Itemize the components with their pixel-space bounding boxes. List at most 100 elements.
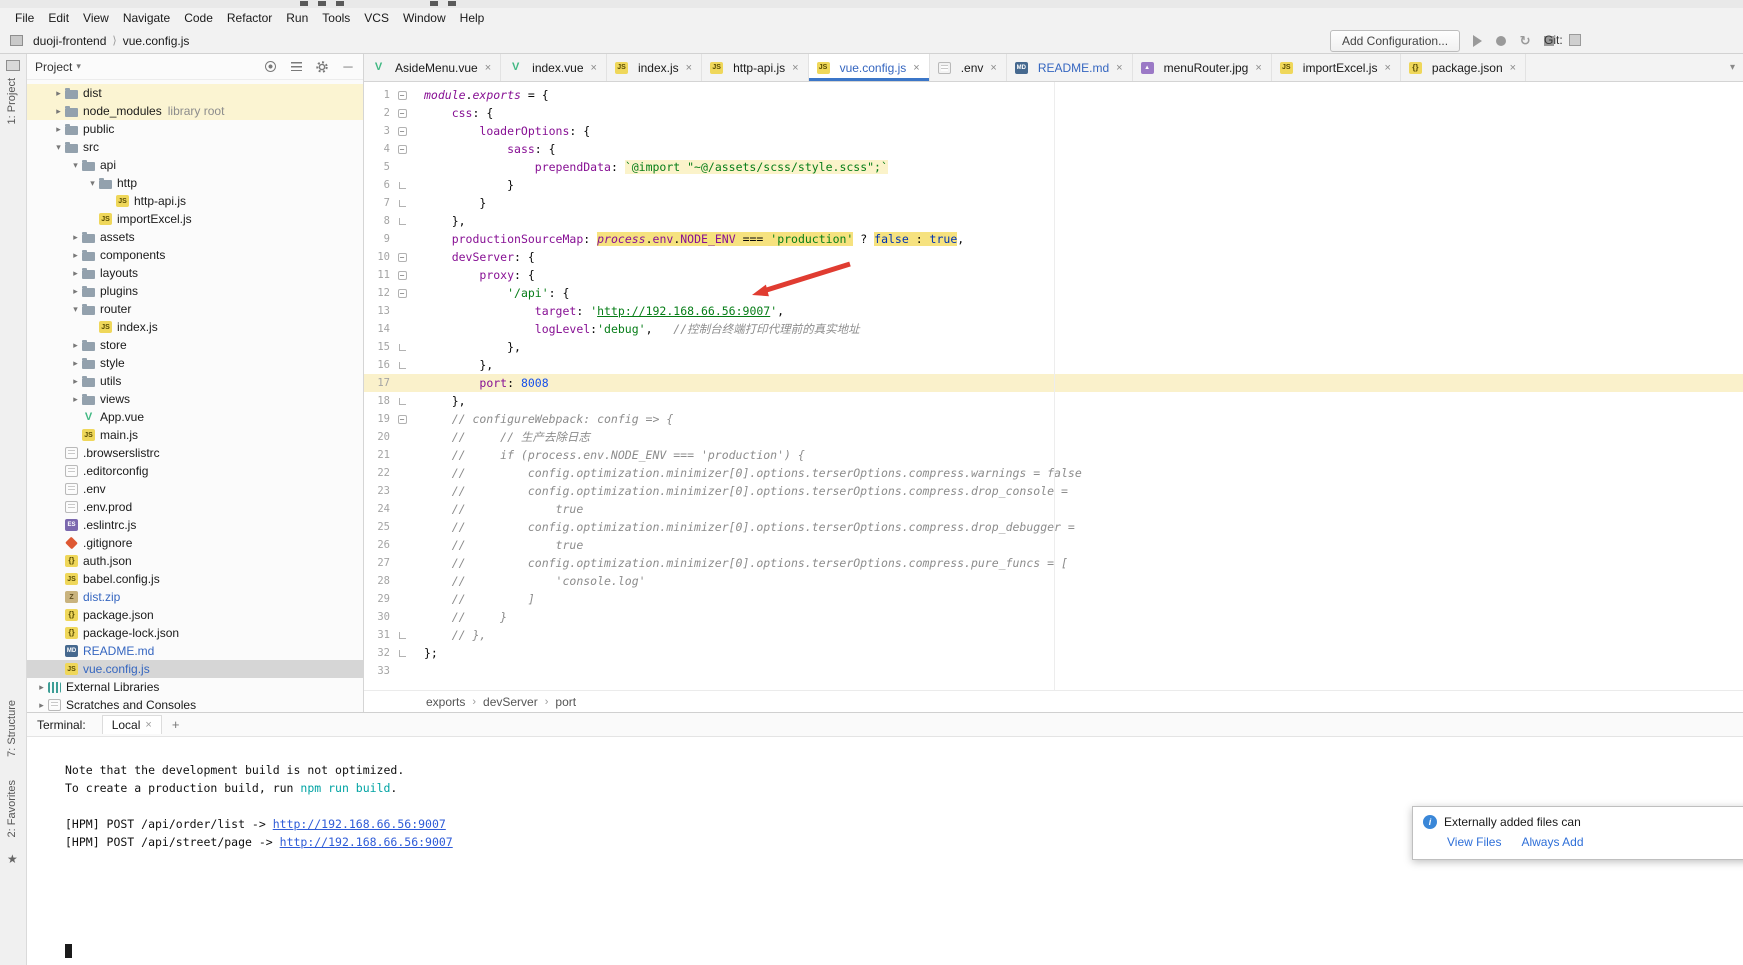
- fold-marker[interactable]: [394, 632, 410, 639]
- tree-item[interactable]: {}auth.json: [27, 552, 363, 570]
- tree-item[interactable]: ▸dist: [27, 84, 363, 102]
- tree-item[interactable]: JSindex.js: [27, 318, 363, 336]
- fold-collapse-icon[interactable]: −: [398, 415, 407, 424]
- git-update-icon[interactable]: [1569, 34, 1581, 46]
- close-icon[interactable]: ×: [1510, 62, 1516, 74]
- fold-collapse-icon[interactable]: −: [398, 109, 407, 118]
- fold-marker[interactable]: [394, 650, 410, 657]
- tree-item[interactable]: ▾http: [27, 174, 363, 192]
- tree-item[interactable]: {}package.json: [27, 606, 363, 624]
- chevron-right-icon[interactable]: ▸: [35, 682, 48, 693]
- menu-item-file[interactable]: File: [8, 9, 41, 27]
- fold-marker[interactable]: −: [394, 253, 410, 262]
- editor-tab[interactable]: Vindex.vue×: [501, 54, 607, 81]
- fold-marker[interactable]: −: [394, 415, 410, 424]
- breadcrumb-file[interactable]: vue.config.js: [121, 34, 192, 48]
- chevron-right-icon[interactable]: ▸: [52, 124, 65, 135]
- tool-window-icon[interactable]: [6, 60, 20, 71]
- fold-collapse-icon[interactable]: −: [398, 253, 407, 262]
- tree-item[interactable]: ▸node_moduleslibrary root: [27, 102, 363, 120]
- menu-item-window[interactable]: Window: [396, 9, 453, 27]
- chevron-right-icon[interactable]: ▸: [69, 232, 82, 243]
- fold-collapse-icon[interactable]: −: [398, 289, 407, 298]
- close-icon[interactable]: ×: [1116, 62, 1122, 74]
- tree-item[interactable]: JSmain.js: [27, 426, 363, 444]
- terminal-link[interactable]: http://192.168.66.56:9007: [280, 835, 453, 849]
- tree-item[interactable]: ▾router: [27, 300, 363, 318]
- tree-item[interactable]: JSvue.config.js: [27, 660, 363, 678]
- close-icon[interactable]: ×: [792, 62, 798, 74]
- editor-breadcrumb-item[interactable]: exports: [426, 695, 465, 709]
- fold-marker[interactable]: [394, 182, 410, 189]
- menu-item-edit[interactable]: Edit: [41, 9, 76, 27]
- editor-tab[interactable]: ▲menuRouter.jpg×: [1133, 54, 1272, 81]
- fold-marker[interactable]: −: [394, 271, 410, 280]
- tool-button-project[interactable]: 1: Project: [6, 78, 18, 124]
- fold-marker[interactable]: −: [394, 145, 410, 154]
- project-view-selector[interactable]: Project ▾: [35, 60, 81, 74]
- add-configuration-button[interactable]: Add Configuration...: [1330, 30, 1460, 52]
- editor-tab[interactable]: JSvue.config.js×: [809, 54, 930, 81]
- editor-breadcrumb-item[interactable]: port: [555, 695, 576, 709]
- tree-item[interactable]: ▸style: [27, 354, 363, 372]
- chevron-right-icon[interactable]: ▸: [35, 700, 48, 711]
- chevron-right-icon[interactable]: ▸: [52, 106, 65, 117]
- editor-tab[interactable]: MDREADME.md×: [1007, 54, 1133, 81]
- fold-marker[interactable]: [394, 200, 410, 207]
- fold-marker[interactable]: −: [394, 91, 410, 100]
- notification-action-link[interactable]: Always Add: [1521, 835, 1583, 849]
- tree-item[interactable]: ▸components: [27, 246, 363, 264]
- chevron-right-icon[interactable]: ▸: [69, 340, 82, 351]
- tool-button-favorites[interactable]: 2: Favorites: [6, 780, 18, 837]
- menu-item-vcs[interactable]: VCS: [357, 9, 396, 27]
- chevron-right-icon[interactable]: ▸: [52, 88, 65, 99]
- editor-tab[interactable]: .env×: [930, 54, 1007, 81]
- tool-button-structure[interactable]: 7: Structure: [6, 700, 18, 757]
- code-editor[interactable]: 1−module.exports = {2− css: {3− loaderOp…: [364, 82, 1743, 690]
- tree-item[interactable]: ▸External Libraries: [27, 678, 363, 696]
- fold-collapse-icon[interactable]: −: [398, 145, 407, 154]
- tree-item[interactable]: ▸Scratches and Consoles: [27, 696, 363, 712]
- tree-item[interactable]: MDREADME.md: [27, 642, 363, 660]
- new-terminal-icon[interactable]: +: [172, 717, 180, 732]
- collapse-all-icon[interactable]: [289, 60, 303, 74]
- editor-tab[interactable]: JSindex.js×: [607, 54, 702, 81]
- menu-item-view[interactable]: View: [76, 9, 116, 27]
- fold-marker[interactable]: [394, 398, 410, 405]
- editor-tab[interactable]: VAsideMenu.vue×: [364, 54, 501, 81]
- fold-marker[interactable]: −: [394, 109, 410, 118]
- chevron-right-icon[interactable]: ▸: [69, 394, 82, 405]
- fold-marker[interactable]: [394, 218, 410, 225]
- menu-item-tools[interactable]: Tools: [315, 9, 357, 27]
- chevron-right-icon[interactable]: ▸: [69, 376, 82, 387]
- git-widget[interactable]: Git:: [1544, 33, 1581, 47]
- close-icon[interactable]: ×: [1255, 62, 1261, 74]
- tree-item[interactable]: JSimportExcel.js: [27, 210, 363, 228]
- tree-item[interactable]: ▸layouts: [27, 264, 363, 282]
- fold-marker[interactable]: [394, 362, 410, 369]
- editor-tab[interactable]: JSimportExcel.js×: [1272, 54, 1401, 81]
- menu-item-refactor[interactable]: Refactor: [220, 9, 279, 27]
- chevron-down-icon[interactable]: ▾: [69, 160, 82, 171]
- tree-item[interactable]: Zdist.zip: [27, 588, 363, 606]
- hide-panel-icon[interactable]: ─: [341, 60, 355, 74]
- tree-item[interactable]: ▾src: [27, 138, 363, 156]
- menu-item-code[interactable]: Code: [177, 9, 220, 27]
- chevron-right-icon[interactable]: ▸: [69, 250, 82, 261]
- editor-tab[interactable]: {}package.json×: [1401, 54, 1526, 81]
- run-icon[interactable]: [1470, 34, 1484, 48]
- tree-item[interactable]: ▾api: [27, 156, 363, 174]
- tree-item[interactable]: {}package-lock.json: [27, 624, 363, 642]
- settings-gear-icon[interactable]: [315, 60, 329, 74]
- close-icon[interactable]: ×: [990, 62, 996, 74]
- fold-collapse-icon[interactable]: −: [398, 91, 407, 100]
- chevron-down-icon[interactable]: ▾: [52, 142, 65, 153]
- chevron-down-icon[interactable]: ▾: [86, 178, 99, 189]
- tree-item[interactable]: .editorconfig: [27, 462, 363, 480]
- menu-item-help[interactable]: Help: [453, 9, 492, 27]
- fold-collapse-icon[interactable]: −: [398, 271, 407, 280]
- close-icon[interactable]: ×: [686, 62, 692, 74]
- chevron-right-icon[interactable]: ▸: [69, 286, 82, 297]
- locate-file-icon[interactable]: [263, 60, 277, 74]
- tree-item[interactable]: .env.prod: [27, 498, 363, 516]
